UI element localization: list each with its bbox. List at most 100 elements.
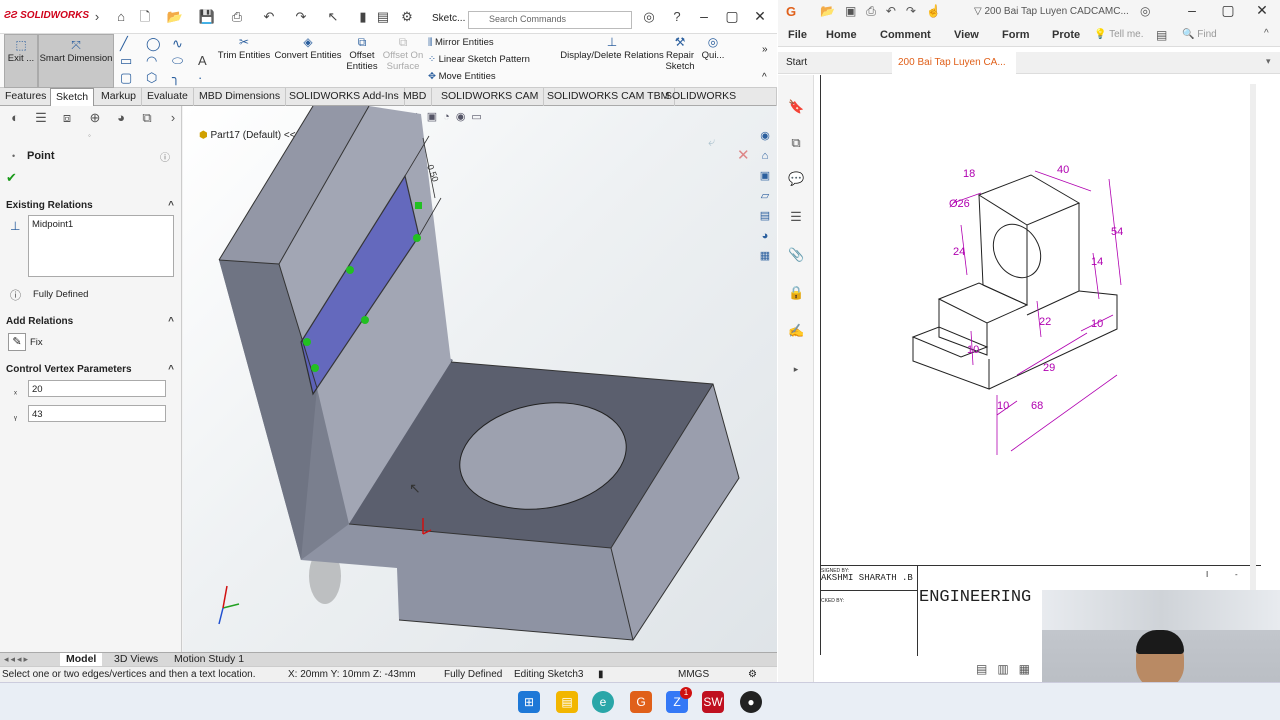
move-entities-button[interactable]: ✥ Move Entities	[428, 71, 496, 82]
tab-features[interactable]: Features	[0, 88, 53, 106]
trim-entities-button[interactable]: ✂ Trim Entities	[216, 36, 272, 61]
user-icon[interactable]: ◎	[640, 9, 658, 25]
bookmark-icon[interactable]: 🔖	[788, 99, 804, 115]
polygon-icon[interactable]: ⬡	[146, 71, 157, 85]
home-icon[interactable]: ⌂	[112, 9, 130, 25]
arc-icon[interactable]: ◠	[146, 54, 157, 68]
tab-mbd[interactable]: MBD	[398, 88, 433, 106]
pdf-minimize-button[interactable]: –	[1182, 2, 1202, 20]
close-sketch-icon[interactable]: ✕	[737, 146, 750, 164]
mirror-entities-button[interactable]: ⫼ Mirror Entities	[428, 37, 494, 48]
pages-icon[interactable]: ⧉	[788, 135, 804, 151]
x-coordinate-field[interactable]: 20	[28, 380, 166, 397]
status-options-icon[interactable]: ⚙	[748, 667, 757, 682]
help-icon[interactable]: ?	[668, 9, 686, 25]
minimize-button[interactable]: –	[694, 8, 714, 26]
expand-panel-icon[interactable]: ▸	[788, 361, 804, 377]
tab-model[interactable]: Model	[60, 653, 103, 667]
rebuild-icon[interactable]: ▮	[598, 667, 604, 682]
obs-icon[interactable]: ●	[740, 691, 762, 713]
slot-icon[interactable]: ▢	[120, 71, 132, 85]
menu-file[interactable]: File	[788, 29, 807, 41]
ellipse-icon[interactable]: ⬭	[172, 54, 183, 68]
add-relations-header[interactable]: Add Relations ^	[0, 314, 182, 330]
menu-home[interactable]: Home	[826, 29, 857, 41]
page-layout-icon[interactable]: ▤	[1156, 28, 1167, 42]
linear-pattern-button[interactable]: ⁘ Linear Sketch Pattern	[428, 54, 530, 65]
edge-browser-icon[interactable]: e	[592, 691, 614, 713]
layers-icon[interactable]: ☰	[788, 209, 804, 225]
save-icon[interactable]: 💾	[198, 9, 216, 25]
search-commands-input[interactable]: Search Commands	[468, 11, 632, 29]
pdf-maximize-button[interactable]: ▢	[1218, 2, 1238, 20]
fillet-icon[interactable]: ╮	[172, 71, 180, 85]
tab-cam[interactable]: SOLIDWORKS CAM	[436, 88, 545, 106]
relation-item[interactable]: Midpoint1	[32, 219, 170, 230]
print-icon[interactable]: ⎙	[228, 9, 246, 25]
tabs-dropdown-icon[interactable]: ▾	[1266, 56, 1271, 67]
dimxpert-icon[interactable]: ⊕	[86, 109, 104, 127]
offset-entities-button[interactable]: ⧉ Offset Entities	[343, 36, 381, 72]
line-icon[interactable]: ╱	[120, 37, 128, 51]
ribbon-expand-icon[interactable]: »	[762, 44, 768, 55]
offset-on-surface-button[interactable]: ⧉ Offset On Surface	[382, 36, 424, 72]
new-file-icon[interactable]: 🗋	[136, 9, 154, 25]
tab-mbd-dimensions[interactable]: MBD Dimensions	[194, 88, 287, 106]
chevron-right-icon[interactable]: ›	[88, 9, 106, 25]
fix-relation-icon[interactable]: ✎	[8, 333, 26, 351]
tab-pdf-document[interactable]: 200 Bai Tap Luyen CA... ✕	[892, 52, 1016, 90]
maximize-button[interactable]: ▢	[722, 8, 742, 26]
feature-manager-icon[interactable]: ◐	[6, 109, 24, 127]
menu-protect[interactable]: Prote	[1052, 29, 1080, 41]
property-manager-icon[interactable]: ☰	[32, 109, 50, 127]
collapse-icon[interactable]: ^	[168, 198, 174, 214]
confirm-corner-icon[interactable]: ⤶	[708, 134, 715, 150]
file-explorer-icon[interactable]: ▤	[556, 691, 578, 713]
tab-sketch[interactable]: Sketch	[50, 88, 95, 106]
security-icon[interactable]: 🔒	[788, 285, 804, 301]
cam-icon[interactable]: ⧉	[138, 109, 156, 127]
rectangle-icon[interactable]: ▭	[120, 54, 132, 68]
display-delete-relations-button[interactable]: ⊥ Display/Delete Relations	[560, 36, 664, 61]
tab-3d-views[interactable]: 3D Views	[108, 653, 164, 667]
pdf-scrollbar[interactable]	[1250, 84, 1256, 644]
tab-evaluate[interactable]: Evaluate	[142, 88, 194, 106]
solidworks-taskbar-icon[interactable]: SW	[702, 691, 724, 713]
control-vertex-header[interactable]: Control Vertex Parameters ^	[0, 362, 182, 378]
repair-sketch-button[interactable]: ⚒ Repair Sketch	[664, 36, 696, 72]
undo-icon[interactable]: ↶	[260, 9, 278, 25]
display-manager-icon[interactable]: ◕	[112, 109, 130, 127]
point-icon[interactable]: ·	[198, 71, 202, 85]
units-selector[interactable]: MMGS	[678, 667, 709, 682]
text-icon[interactable]: A	[198, 54, 207, 68]
collapse-icon[interactable]: ^	[168, 314, 174, 330]
tab-add-ins[interactable]: SOLIDWORKS Add-Ins	[284, 88, 405, 106]
quick-snaps-button[interactable]: ◎ Qui...	[698, 36, 728, 61]
pdf-quick-tools[interactable]: 📂▣⎙↶↷☝	[820, 4, 951, 19]
configuration-icon[interactable]: ⧈	[58, 109, 76, 127]
ok-check-icon[interactable]: ✔	[6, 170, 17, 186]
y-coordinate-field[interactable]: 43	[28, 405, 166, 422]
existing-relations-list[interactable]: Midpoint1	[28, 215, 174, 277]
attachments-icon[interactable]: 📎	[788, 247, 804, 263]
menu-view[interactable]: View	[954, 29, 979, 41]
redo-icon[interactable]: ↷	[292, 9, 310, 25]
menu-comment[interactable]: Comment	[880, 29, 931, 41]
windows-start-icon[interactable]: ⊞	[518, 691, 540, 713]
find-input[interactable]: 🔍 Find	[1182, 29, 1217, 40]
collapse-icon[interactable]: ^	[168, 362, 174, 378]
existing-relations-header[interactable]: Existing Relations ^	[0, 198, 182, 214]
page-view-icons[interactable]: ▤▥▦	[976, 662, 1040, 676]
tab-start[interactable]: Start	[778, 52, 888, 74]
close-button[interactable]: ✕	[750, 8, 770, 26]
tab-nav-icons[interactable]: ◂◂◂▸	[4, 654, 30, 665]
graphics-area[interactable]: ⬢ Part17 (Default) <<... ⚲⚲✎◈▣◔◉▭ 0.50 ↖…	[183, 106, 777, 652]
convert-entities-button[interactable]: ◈ Convert Entities	[274, 36, 342, 61]
ribbon-collapse-icon[interactable]: ^	[762, 72, 767, 83]
pdf-close-button[interactable]: ✕	[1252, 2, 1272, 20]
open-folder-icon[interactable]: 📂	[166, 9, 184, 25]
pm-more-icon[interactable]: ›	[164, 109, 182, 127]
foxit-pdf-icon[interactable]: G	[630, 691, 652, 713]
signature-icon[interactable]: ✍	[788, 323, 804, 339]
ribbon-collapse-icon[interactable]: ^	[1264, 28, 1269, 39]
